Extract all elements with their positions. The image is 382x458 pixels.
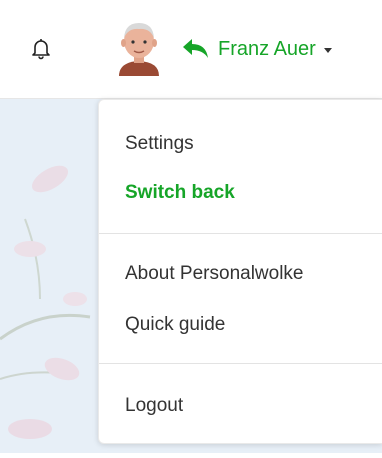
- menu-item-switch-back[interactable]: Switch back: [125, 181, 235, 205]
- user-menu-toggle[interactable]: Franz Auer: [180, 32, 332, 66]
- menu-item-settings[interactable]: Settings: [125, 132, 194, 156]
- menu-item-logout[interactable]: Logout: [125, 394, 183, 418]
- menu-item-about[interactable]: About Personalwolke: [125, 262, 304, 286]
- menu-divider: [99, 363, 382, 364]
- menu-item-quick-guide[interactable]: Quick guide: [125, 313, 225, 337]
- menu-divider: [99, 233, 382, 234]
- top-bar: Franz Auer: [0, 0, 382, 99]
- return-arrow-icon[interactable]: [180, 36, 212, 62]
- user-dropdown-menu: Settings Switch back About Personalwolke…: [98, 99, 382, 444]
- bell-icon[interactable]: [29, 36, 53, 60]
- user-avatar[interactable]: [113, 18, 165, 76]
- chevron-down-icon[interactable]: [323, 47, 332, 53]
- user-name[interactable]: Franz Auer: [218, 38, 316, 61]
